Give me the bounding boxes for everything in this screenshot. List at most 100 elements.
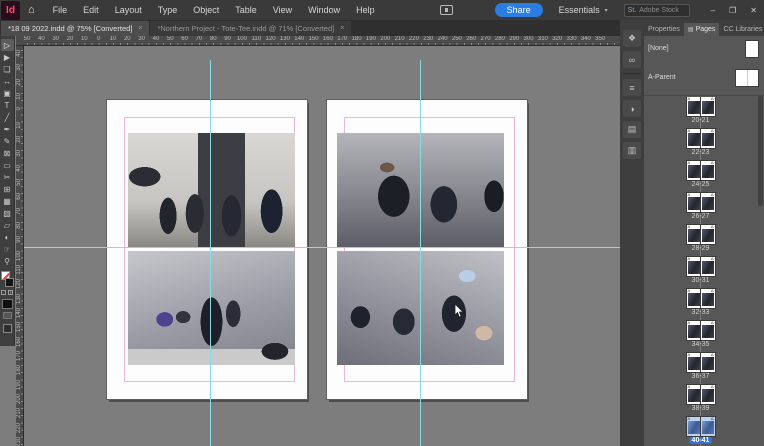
close-tab-icon[interactable]: × — [340, 25, 344, 32]
page-thumbnail[interactable]: A — [700, 385, 715, 404]
gradient-swatch-tool[interactable]: ▦ — [1, 195, 14, 207]
parent-page-row[interactable]: A-Parent — [644, 65, 764, 94]
publish-online-icon[interactable] — [439, 5, 453, 15]
apply-color-button[interactable] — [1, 299, 13, 309]
page-thumbnail[interactable]: A — [686, 257, 701, 276]
direct-selection-tool[interactable]: ▶ — [1, 51, 14, 63]
spread-thumbnails[interactable]: AA — [686, 417, 715, 436]
scrollbar-thumb[interactable] — [758, 96, 763, 206]
page-thumbnail[interactable]: A — [686, 193, 701, 212]
pages-panel-spread[interactable]: A A 20-21 — [644, 97, 757, 129]
page-thumbnail[interactable]: A — [700, 289, 715, 308]
tab-pages[interactable]: ▤ Pages — [683, 23, 720, 36]
page-thumbnail[interactable]: A — [700, 129, 715, 148]
free-transform-tool[interactable]: ⊞ — [1, 183, 14, 195]
document-tab-1[interactable]: *18 09 2022.indd @ 75% [Converted] × — [1, 21, 150, 36]
parent-page-thumbnail[interactable] — [746, 41, 758, 57]
page-thumbnail[interactable]: A — [686, 225, 701, 244]
spread-thumbnails[interactable]: AA — [686, 289, 715, 308]
spread-thumbnails[interactable]: AA — [686, 321, 715, 340]
home-icon[interactable]: ⌂ — [28, 4, 35, 16]
share-button[interactable]: Share — [494, 3, 543, 17]
spread-thumbnails[interactable]: AA — [686, 385, 715, 404]
content-collector-tool[interactable]: ▣ — [1, 87, 14, 99]
pen-tool[interactable]: ✒ — [1, 123, 14, 135]
line-tool[interactable]: ╱ — [1, 111, 14, 123]
menu-help[interactable]: Help — [348, 0, 383, 20]
horizontal-ruler[interactable]: 50 40 30 20 10 0 10 20 30 40 50 60 70 80 90 100 110 120 13… — [16, 36, 620, 46]
page-thumbnail[interactable]: A — [686, 353, 701, 372]
spread-thumbnails[interactable]: AA — [686, 225, 715, 244]
minimize-button[interactable]: – — [704, 6, 722, 15]
menu-window[interactable]: Window — [300, 0, 348, 20]
spread-thumbnails[interactable]: AA — [686, 161, 715, 180]
rectangle-tool[interactable]: ▭ — [1, 159, 14, 171]
menu-type[interactable]: Type — [150, 0, 186, 20]
menu-file[interactable]: File — [45, 0, 76, 20]
restore-button[interactable]: ❐ — [722, 6, 743, 15]
menu-edit[interactable]: Edit — [75, 0, 107, 20]
page-tool[interactable]: ❏ — [1, 63, 14, 75]
menu-table[interactable]: Table — [227, 0, 265, 20]
page-thumbnail[interactable]: A — [700, 225, 715, 244]
pencil-tool[interactable]: ✎ — [1, 135, 14, 147]
color-theme-tool[interactable]: ◐ — [1, 231, 14, 243]
scissors-tool[interactable]: ✂ — [1, 171, 14, 183]
pages-panel-spread[interactable]: A A 26-27 — [644, 193, 757, 225]
page-thumbnail[interactable]: A — [686, 385, 701, 404]
spread-thumbnails[interactable]: AA — [686, 193, 715, 212]
type-tool[interactable]: T — [1, 99, 14, 111]
pages-panel-spread[interactable]: A A 32-33 — [644, 289, 757, 321]
apply-none-button[interactable] — [2, 312, 12, 319]
gradient-feather-tool[interactable]: ▨ — [1, 207, 14, 219]
formatting-affects-container-button[interactable] — [1, 290, 6, 295]
ruler-guide-horizontal[interactable] — [24, 247, 620, 248]
page-thumbnail[interactable]: A — [700, 193, 715, 212]
document-tab-2[interactable]: *Northern Project - Tote-Tee.indd @ 71% … — [150, 21, 352, 36]
screen-mode-button[interactable] — [2, 324, 12, 333]
page-thumbnail[interactable]: A — [700, 417, 715, 436]
page-thumbnail[interactable]: A — [686, 97, 701, 116]
page-thumbnail[interactable]: A — [686, 129, 701, 148]
pages-panel-spread[interactable]: A A 34-35 — [644, 321, 757, 353]
adobe-stock-search[interactable]: St. Adobe Stock — [623, 3, 690, 17]
stroke-swatch[interactable] — [4, 278, 14, 287]
hand-tool[interactable]: ☞ — [1, 243, 14, 255]
photo-frame-top-left[interactable] — [128, 133, 295, 248]
spread-thumbnails[interactable]: AA — [686, 97, 715, 116]
parent-page-row[interactable]: [None] — [644, 36, 764, 65]
page-thumbnail[interactable]: A — [700, 161, 715, 180]
pages-panel-spread[interactable]: A A 38-39 — [644, 385, 757, 417]
tab-properties[interactable]: Properties — [644, 23, 684, 36]
gap-tool[interactable]: ↔ — [1, 75, 14, 87]
page-left[interactable] — [106, 99, 308, 400]
page-thumbnail[interactable]: A — [700, 321, 715, 340]
close-button[interactable]: ✕ — [743, 6, 764, 15]
selection-tool[interactable]: ▷ — [0, 39, 14, 51]
fill-stroke-proxy[interactable] — [0, 271, 14, 287]
spread-thumbnails[interactable]: AA — [686, 257, 715, 276]
page-thumbnail[interactable]: A — [700, 97, 715, 116]
close-tab-icon[interactable]: × — [138, 25, 142, 32]
formatting-affects-text-button[interactable]: T — [8, 290, 13, 295]
pages-panel-spread[interactable]: A A 22-23 — [644, 129, 757, 161]
tab-cc-libraries[interactable]: CC Libraries — [719, 23, 764, 36]
spread-thumbnails[interactable]: AA — [686, 353, 715, 372]
page-right[interactable] — [326, 99, 528, 400]
spread-thumbnails[interactable]: AA — [686, 129, 715, 148]
ruler-guide-vertical-left[interactable] — [210, 60, 211, 446]
swatches-panel-icon[interactable]: ▥ — [623, 142, 641, 159]
page-thumbnail[interactable]: A — [686, 289, 701, 308]
workspace-switcher[interactable]: Essentials ▾ — [559, 5, 608, 15]
pages-scrollbar[interactable] — [758, 80, 763, 446]
pages-panel-spread[interactable]: A A 30-31 — [644, 257, 757, 289]
note-tool[interactable]: ▱ — [1, 219, 14, 231]
links-panel-icon[interactable]: ∞ — [623, 51, 641, 68]
pages-panel-spread[interactable]: A A 40-41 — [644, 417, 757, 446]
page-thumbnail[interactable]: A — [686, 161, 701, 180]
page-thumbnail[interactable]: A — [686, 321, 701, 340]
vertical-ruler[interactable]: 40 30 20 10 0 10 20 30 40 50 60 70 80 90 100 110 120 130 1… — [16, 46, 24, 446]
pages-panel-spread[interactable]: A A 28-29 — [644, 225, 757, 257]
ruler-guide-vertical-right[interactable] — [420, 60, 421, 446]
pages-panel-spread[interactable]: A A 36-37 — [644, 353, 757, 385]
